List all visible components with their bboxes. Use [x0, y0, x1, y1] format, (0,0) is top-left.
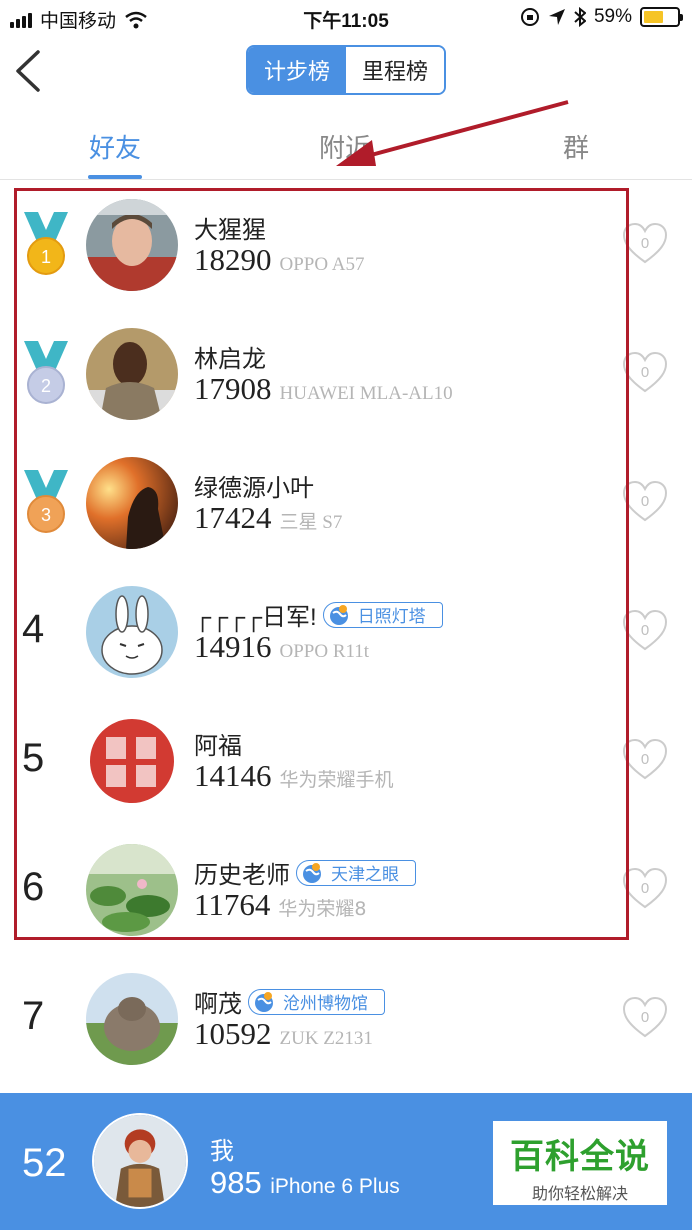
like-count: 0 [641, 235, 649, 252]
bluetooth-icon [574, 7, 586, 27]
tab-indicator [88, 175, 142, 179]
watermark-subtitle: 助你轻松解决 [531, 1186, 628, 1203]
like-count: 0 [641, 622, 649, 639]
tab-nearby[interactable]: 附近 [285, 128, 405, 165]
globe-pin-icon [255, 991, 273, 1012]
heart-like-icon[interactable]: 0 [622, 996, 668, 1040]
device-model: ZUK Z2131 [279, 1028, 373, 1049]
rank-number: 7 [22, 994, 45, 1038]
my-name: 我 [210, 1138, 234, 1165]
ranking-type-switch: 计步榜 里程榜 [246, 45, 446, 95]
step-count: 10592 [194, 1016, 272, 1051]
tab-friends[interactable]: 好友 [55, 128, 175, 165]
tab-bar: 好友 附近 群 [0, 118, 692, 180]
like-count: 0 [641, 751, 649, 768]
segment-distance[interactable]: 里程榜 [346, 47, 444, 93]
rotation-lock-icon [520, 8, 539, 26]
list-item[interactable]: 7 啊茂 沧州博物馆 10592 ZUK Z2131 0 [0, 954, 692, 1083]
highlight-rectangle [14, 188, 629, 940]
location-tag[interactable]: 沧州博物馆 [248, 988, 385, 1015]
status-bar: 中国移动 下午11:05 59% [0, 0, 692, 36]
tab-groups[interactable]: 群 [516, 128, 636, 165]
avatar[interactable] [86, 973, 178, 1065]
my-step-count: 985 [210, 1165, 262, 1200]
like-count: 0 [641, 493, 649, 510]
back-chevron-icon[interactable] [10, 48, 46, 94]
battery-percent: 59% [593, 6, 632, 27]
my-avatar[interactable] [92, 1113, 188, 1209]
user-name: 啊茂 [194, 991, 242, 1018]
location-name: 沧州博物馆 [283, 994, 368, 1013]
watermark-title: 百科全说 [510, 1138, 650, 1176]
my-rank-number: 52 [22, 1141, 67, 1185]
my-device-model: iPhone 6 Plus [270, 1175, 400, 1198]
like-count: 0 [641, 1009, 649, 1026]
segment-steps[interactable]: 计步榜 [248, 47, 346, 93]
like-count: 0 [641, 880, 649, 897]
my-ranking-bar[interactable]: 52 我 985 iPhone 6 Plus 百科全说 助你轻松解决 [0, 1093, 692, 1230]
like-count: 0 [641, 364, 649, 381]
watermark-logo: 百科全说 助你轻松解决 [493, 1121, 667, 1205]
battery-icon [640, 7, 683, 27]
location-arrow-icon [548, 9, 565, 25]
